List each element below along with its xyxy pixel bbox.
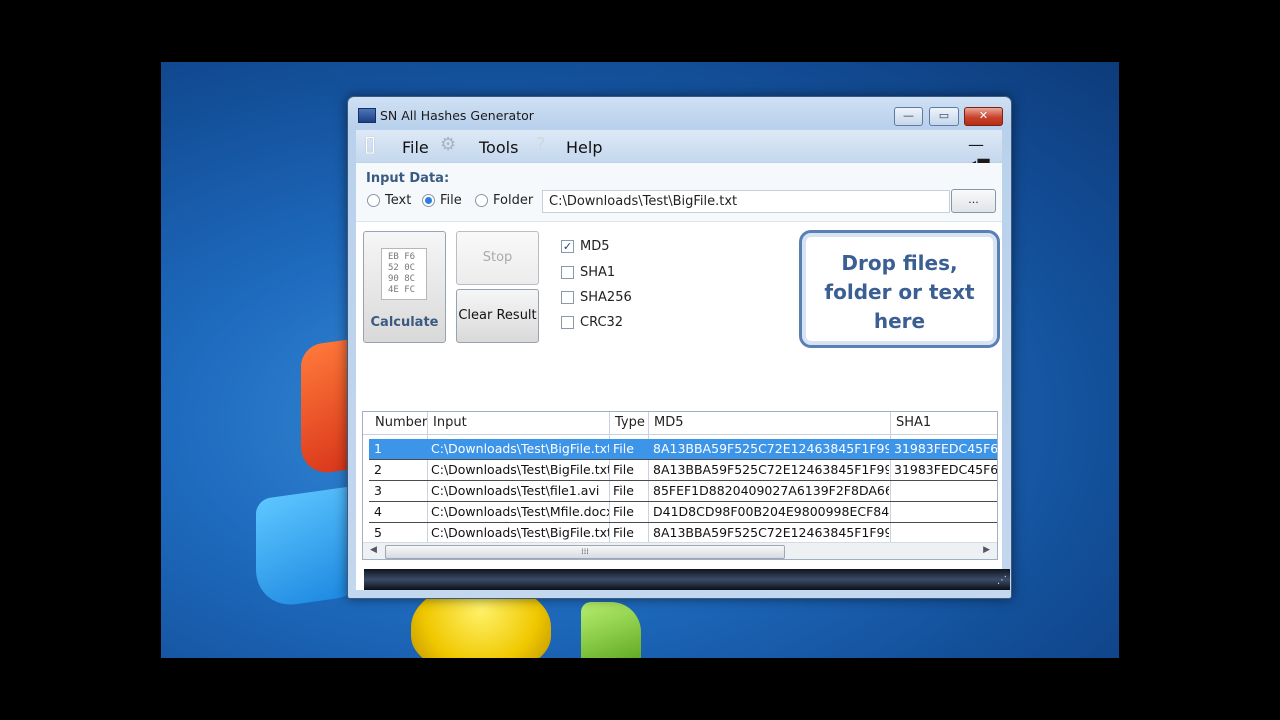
cell-md5: 85FEF1D8820409027A6139F2F8DA6618 [653,483,889,498]
hex-document-icon: EB F6 52 0C 90 8C 4E FC [381,248,427,300]
cell-number: 5 [374,525,382,540]
window-title: SN All Hashes Generator [380,108,534,123]
cell-md5: D41D8CD98F00B204E9800998ECF8427E [653,504,889,519]
radio-dot[interactable] [475,194,488,207]
main-panel: Input Data: Text File Folder C:\Download… [356,163,1010,590]
calculate-button[interactable]: EB F6 52 0C 90 8C 4E FC Calculate [363,231,446,343]
menu-help[interactable]: Help [566,138,602,157]
scroll-right-icon[interactable]: ▶ [983,545,990,555]
radio-file[interactable]: File [422,193,462,208]
radio-folder[interactable]: Folder [475,193,533,208]
cell-sha1: 31983FEDC45F63 [894,441,998,456]
stop-button[interactable]: Stop [456,231,539,285]
horizontal-scrollbar[interactable]: ◀ ⁞⁞⁞ ▶ [363,542,997,559]
cell-input: C:\Downloads\Test\BigFile.txt [431,462,609,477]
calculate-label: Calculate [370,315,439,330]
document-icon: ▯ [364,132,377,157]
cell-input: C:\Downloads\Test\BigFile.txt [431,525,609,540]
cell-input: C:\Downloads\Test\Mfile.docx [431,504,609,519]
results-table: Number Input Type MD5 SHA1 1 C:\Download… [362,411,998,560]
checkbox-sha1[interactable]: SHA1 [561,265,615,280]
checkbox-label: CRC32 [580,315,624,330]
radio-label: Folder [493,193,534,208]
checkbox-box[interactable] [561,291,574,304]
close-button[interactable]: ✕ [964,107,1003,126]
cell-sha1: 31983FEDC45F63 [894,462,998,477]
input-data-label: Input Data: [366,171,450,186]
gears-icon: ⚙ [440,134,457,155]
cell-type: File [613,504,634,519]
cell-number: 3 [374,483,382,498]
menu-tools[interactable]: Tools [479,138,518,157]
question-icon: ? [536,134,546,155]
column-header-md5[interactable]: MD5 [654,415,684,430]
table-header: Number Input Type MD5 SHA1 [363,412,997,435]
cell-type: File [613,462,634,477]
radio-label: File [440,193,462,208]
status-bar: ⋰ [364,569,1010,590]
table-row[interactable]: 3 C:\Downloads\Test\file1.avi File 85FEF… [369,481,997,502]
cell-input: C:\Downloads\Test\BigFile.txt [431,441,609,456]
cell-number: 1 [374,441,382,456]
title-bar[interactable]: SN All Hashes Generator — ▭ ✕ [348,97,1011,127]
cell-number: 4 [374,504,382,519]
resize-grip-icon[interactable]: ⋰ [997,575,1007,586]
cell-md5: 8A13BBA59F525C72E12463845F1F99B8 [653,462,889,477]
cell-type: File [613,483,634,498]
app-icon [358,108,376,123]
checkbox-box[interactable] [561,266,574,279]
cell-input: C:\Downloads\Test\file1.avi [431,483,600,498]
scroll-left-icon[interactable]: ◀ [370,545,377,555]
checkbox-sha256[interactable]: SHA256 [561,290,632,305]
windows-logo-green [581,602,641,658]
table-row[interactable]: 5 C:\Downloads\Test\BigFile.txt File 8A1… [369,523,997,544]
table-row[interactable]: 4 C:\Downloads\Test\Mfile.docx File D41D… [369,502,997,523]
browse-button[interactable]: ... [951,189,996,213]
radio-text[interactable]: Text [367,193,411,208]
clear-result-button[interactable]: Clear Result [456,289,539,343]
checkbox-md5[interactable]: ✓ MD5 [561,239,610,254]
drop-zone[interactable]: Drop files, folder or text here [799,230,1000,348]
cell-md5: 8A13BBA59F525C72E12463845F1F99B8 [653,441,889,456]
column-header-number[interactable]: Number [375,415,427,430]
cell-type: File [613,525,634,540]
app-window: SN All Hashes Generator — ▭ ✕ ▯ File ⚙ T… [347,96,1012,599]
column-header-type[interactable]: Type [615,415,645,430]
checkbox-label: MD5 [580,239,610,254]
checkbox-label: SHA1 [580,265,616,280]
maximize-button[interactable]: ▭ [929,107,959,126]
cell-md5: 8A13BBA59F525C72E12463845F1F99B8 [653,525,889,540]
checkbox-label: SHA256 [580,290,632,305]
scroll-thumb[interactable]: ⁞⁞⁞ [385,545,785,559]
checkbox-box-checked[interactable]: ✓ [561,240,574,253]
menu-bar: ▯ File ⚙ Tools ? Help —◂■ [356,130,1002,173]
checkbox-box[interactable] [561,316,574,329]
radio-label: Text [385,193,412,208]
table-row[interactable]: 1 C:\Downloads\Test\BigFile.txt File 8A1… [369,439,997,460]
cell-number: 2 [374,462,382,477]
input-section: Input Data: Text File Folder C:\Download… [356,163,1002,222]
path-input[interactable]: C:\Downloads\Test\BigFile.txt [542,190,950,213]
minimize-button[interactable]: — [894,107,923,126]
cell-type: File [613,441,634,456]
radio-dot[interactable] [367,194,380,207]
drop-zone-text: Drop files, folder or text here [824,251,975,333]
column-header-input[interactable]: Input [433,415,467,430]
column-header-sha1[interactable]: SHA1 [896,415,931,430]
radio-dot-selected[interactable] [422,194,435,207]
menu-file[interactable]: File [402,138,429,157]
table-row[interactable]: 2 C:\Downloads\Test\BigFile.txt File 8A1… [369,460,997,481]
checkbox-crc32[interactable]: CRC32 [561,315,623,330]
